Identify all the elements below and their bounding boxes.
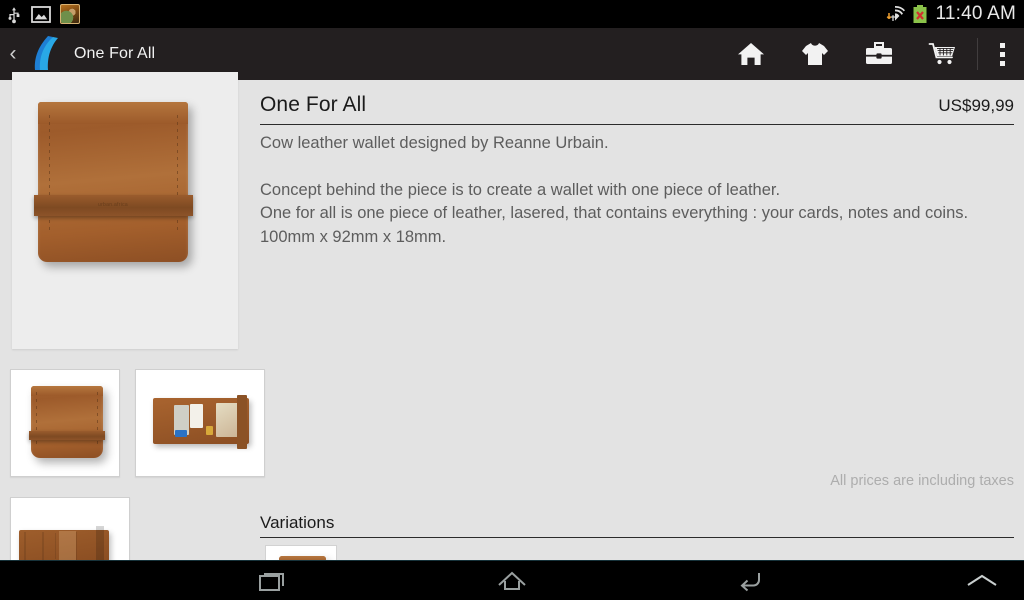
action-bar-divider	[977, 38, 978, 70]
status-clock: 11:40 AM	[935, 3, 1016, 24]
description-line-1: Cow leather wallet designed by Reanne Ur…	[260, 134, 609, 152]
thumbnail-1[interactable]	[10, 369, 120, 477]
recent-apps-icon[interactable]	[246, 561, 300, 600]
product-price: US$99,99	[938, 96, 1014, 115]
status-system-icons: 11:40 AM	[884, 3, 1016, 25]
shopping-cart-icon[interactable]	[911, 28, 975, 80]
product-description: Cow leather wallet designed by Reanne Ur…	[260, 132, 1010, 249]
tablet-screen: 11:40 AM ‹ One For All urban.africa One …	[0, 0, 1024, 600]
home-icon[interactable]	[719, 28, 783, 80]
status-bar: 11:40 AM	[0, 0, 1024, 28]
description-line-5: 100mm x 92mm x 18mm.	[260, 227, 447, 246]
page-title: One For All	[260, 93, 367, 116]
tshirt-icon[interactable]	[783, 28, 847, 80]
home-outline-icon[interactable]	[485, 561, 539, 600]
overflow-menu-icon[interactable]	[980, 28, 1024, 80]
chevron-up-icon[interactable]	[940, 561, 1024, 600]
briefcase-icon[interactable]	[847, 28, 911, 80]
variations-divider	[260, 537, 1014, 538]
title-divider	[260, 124, 1014, 125]
thumbnail-2[interactable]	[135, 369, 265, 477]
game-app-icon	[60, 4, 80, 24]
product-content: urban.africa One For All US$99,99 Cow le…	[0, 72, 1024, 600]
image-gallery: urban.africa	[0, 72, 265, 600]
wifi-transfer-icon	[886, 5, 905, 21]
nav-buttons	[0, 561, 1024, 600]
action-bar-title: One For All	[74, 45, 156, 62]
hero-brand-text: urban.africa	[97, 202, 128, 209]
battery-error-icon	[913, 5, 927, 23]
variations-heading: Variations	[260, 513, 335, 532]
status-notification-icons	[6, 4, 884, 24]
hero-product-image[interactable]: urban.africa	[12, 72, 238, 349]
usb-icon	[8, 6, 20, 23]
tax-note: All prices are including taxes	[830, 473, 1014, 489]
gallery-icon	[31, 5, 51, 23]
navigation-bar	[0, 560, 1024, 600]
action-bar-actions	[719, 28, 1024, 80]
description-line-4: One for all is one piece of leather, las…	[260, 204, 969, 222]
back-arrow-icon[interactable]	[724, 561, 778, 600]
product-header: One For All US$99,99	[260, 93, 1014, 124]
description-line-3: Concept behind the piece is to create a …	[260, 180, 781, 199]
product-details: One For All US$99,99 Cow leather wallet …	[255, 80, 1024, 600]
